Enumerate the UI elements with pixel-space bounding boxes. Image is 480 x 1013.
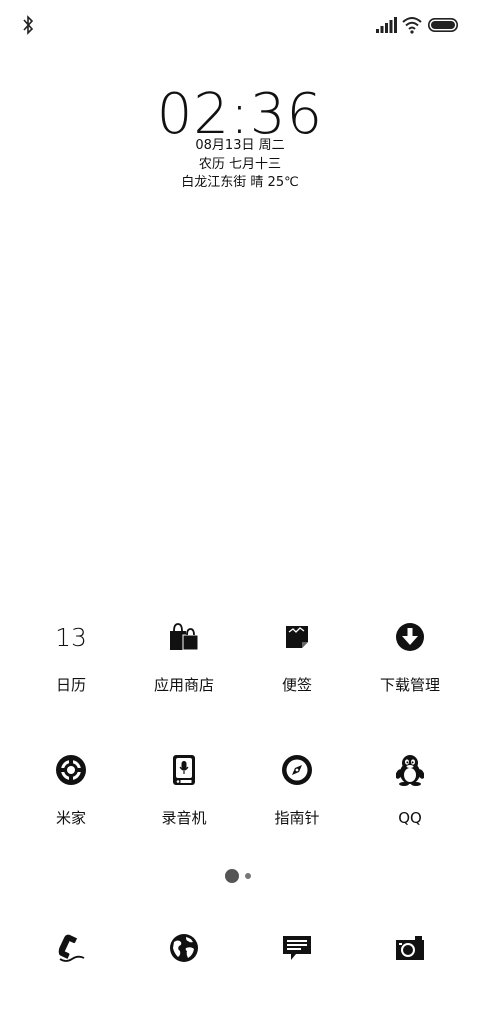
mijia-icon bbox=[51, 750, 91, 790]
app-compass[interactable]: 指南针 bbox=[242, 750, 352, 828]
app-notes[interactable]: 便签 bbox=[242, 617, 352, 695]
calendar-day-number: 13 bbox=[55, 622, 87, 652]
app-label: QQ bbox=[398, 809, 422, 827]
battery-icon bbox=[428, 18, 458, 32]
app-label: 下载管理 bbox=[379, 676, 440, 694]
app-label: 米家 bbox=[55, 809, 86, 827]
note-icon bbox=[277, 617, 317, 657]
browser-globe-icon[interactable] bbox=[164, 928, 204, 968]
app-label: 应用商店 bbox=[153, 676, 214, 694]
app-calendar[interactable]: 13 日历 bbox=[16, 617, 126, 695]
page-dot[interactable] bbox=[245, 873, 251, 879]
messages-icon[interactable] bbox=[277, 928, 317, 968]
bluetooth-icon bbox=[23, 15, 34, 35]
clock-date: 08月13日 周二 bbox=[195, 138, 285, 153]
phone-icon[interactable] bbox=[51, 928, 91, 968]
app-downloads[interactable]: 下载管理 bbox=[355, 617, 465, 695]
app-label: 日历 bbox=[55, 676, 86, 694]
status-bar bbox=[0, 0, 480, 50]
compass-icon bbox=[277, 750, 317, 790]
app-recorder[interactable]: 录音机 bbox=[129, 750, 239, 828]
page-dot-active[interactable] bbox=[225, 869, 239, 883]
lunar-date: 农历 七月十三 bbox=[198, 157, 282, 172]
app-label: 便签 bbox=[281, 676, 312, 694]
wifi-icon bbox=[402, 17, 422, 34]
recorder-icon bbox=[164, 750, 204, 790]
app-store[interactable]: 应用商店 bbox=[129, 617, 239, 695]
app-label: 录音机 bbox=[161, 809, 207, 827]
app-mijia[interactable]: 米家 bbox=[16, 750, 126, 828]
qq-penguin-icon bbox=[390, 750, 430, 790]
camera-icon[interactable] bbox=[390, 928, 430, 968]
shopping-bags-icon bbox=[164, 617, 204, 657]
app-qq[interactable]: QQ bbox=[355, 750, 465, 828]
weather-text[interactable]: 白龙江东街 晴 25℃ bbox=[0, 174, 480, 192]
download-icon bbox=[390, 617, 430, 657]
signal-icon bbox=[376, 17, 397, 33]
app-label: 指南针 bbox=[274, 809, 320, 827]
calendar-icon: 13 bbox=[51, 617, 91, 657]
